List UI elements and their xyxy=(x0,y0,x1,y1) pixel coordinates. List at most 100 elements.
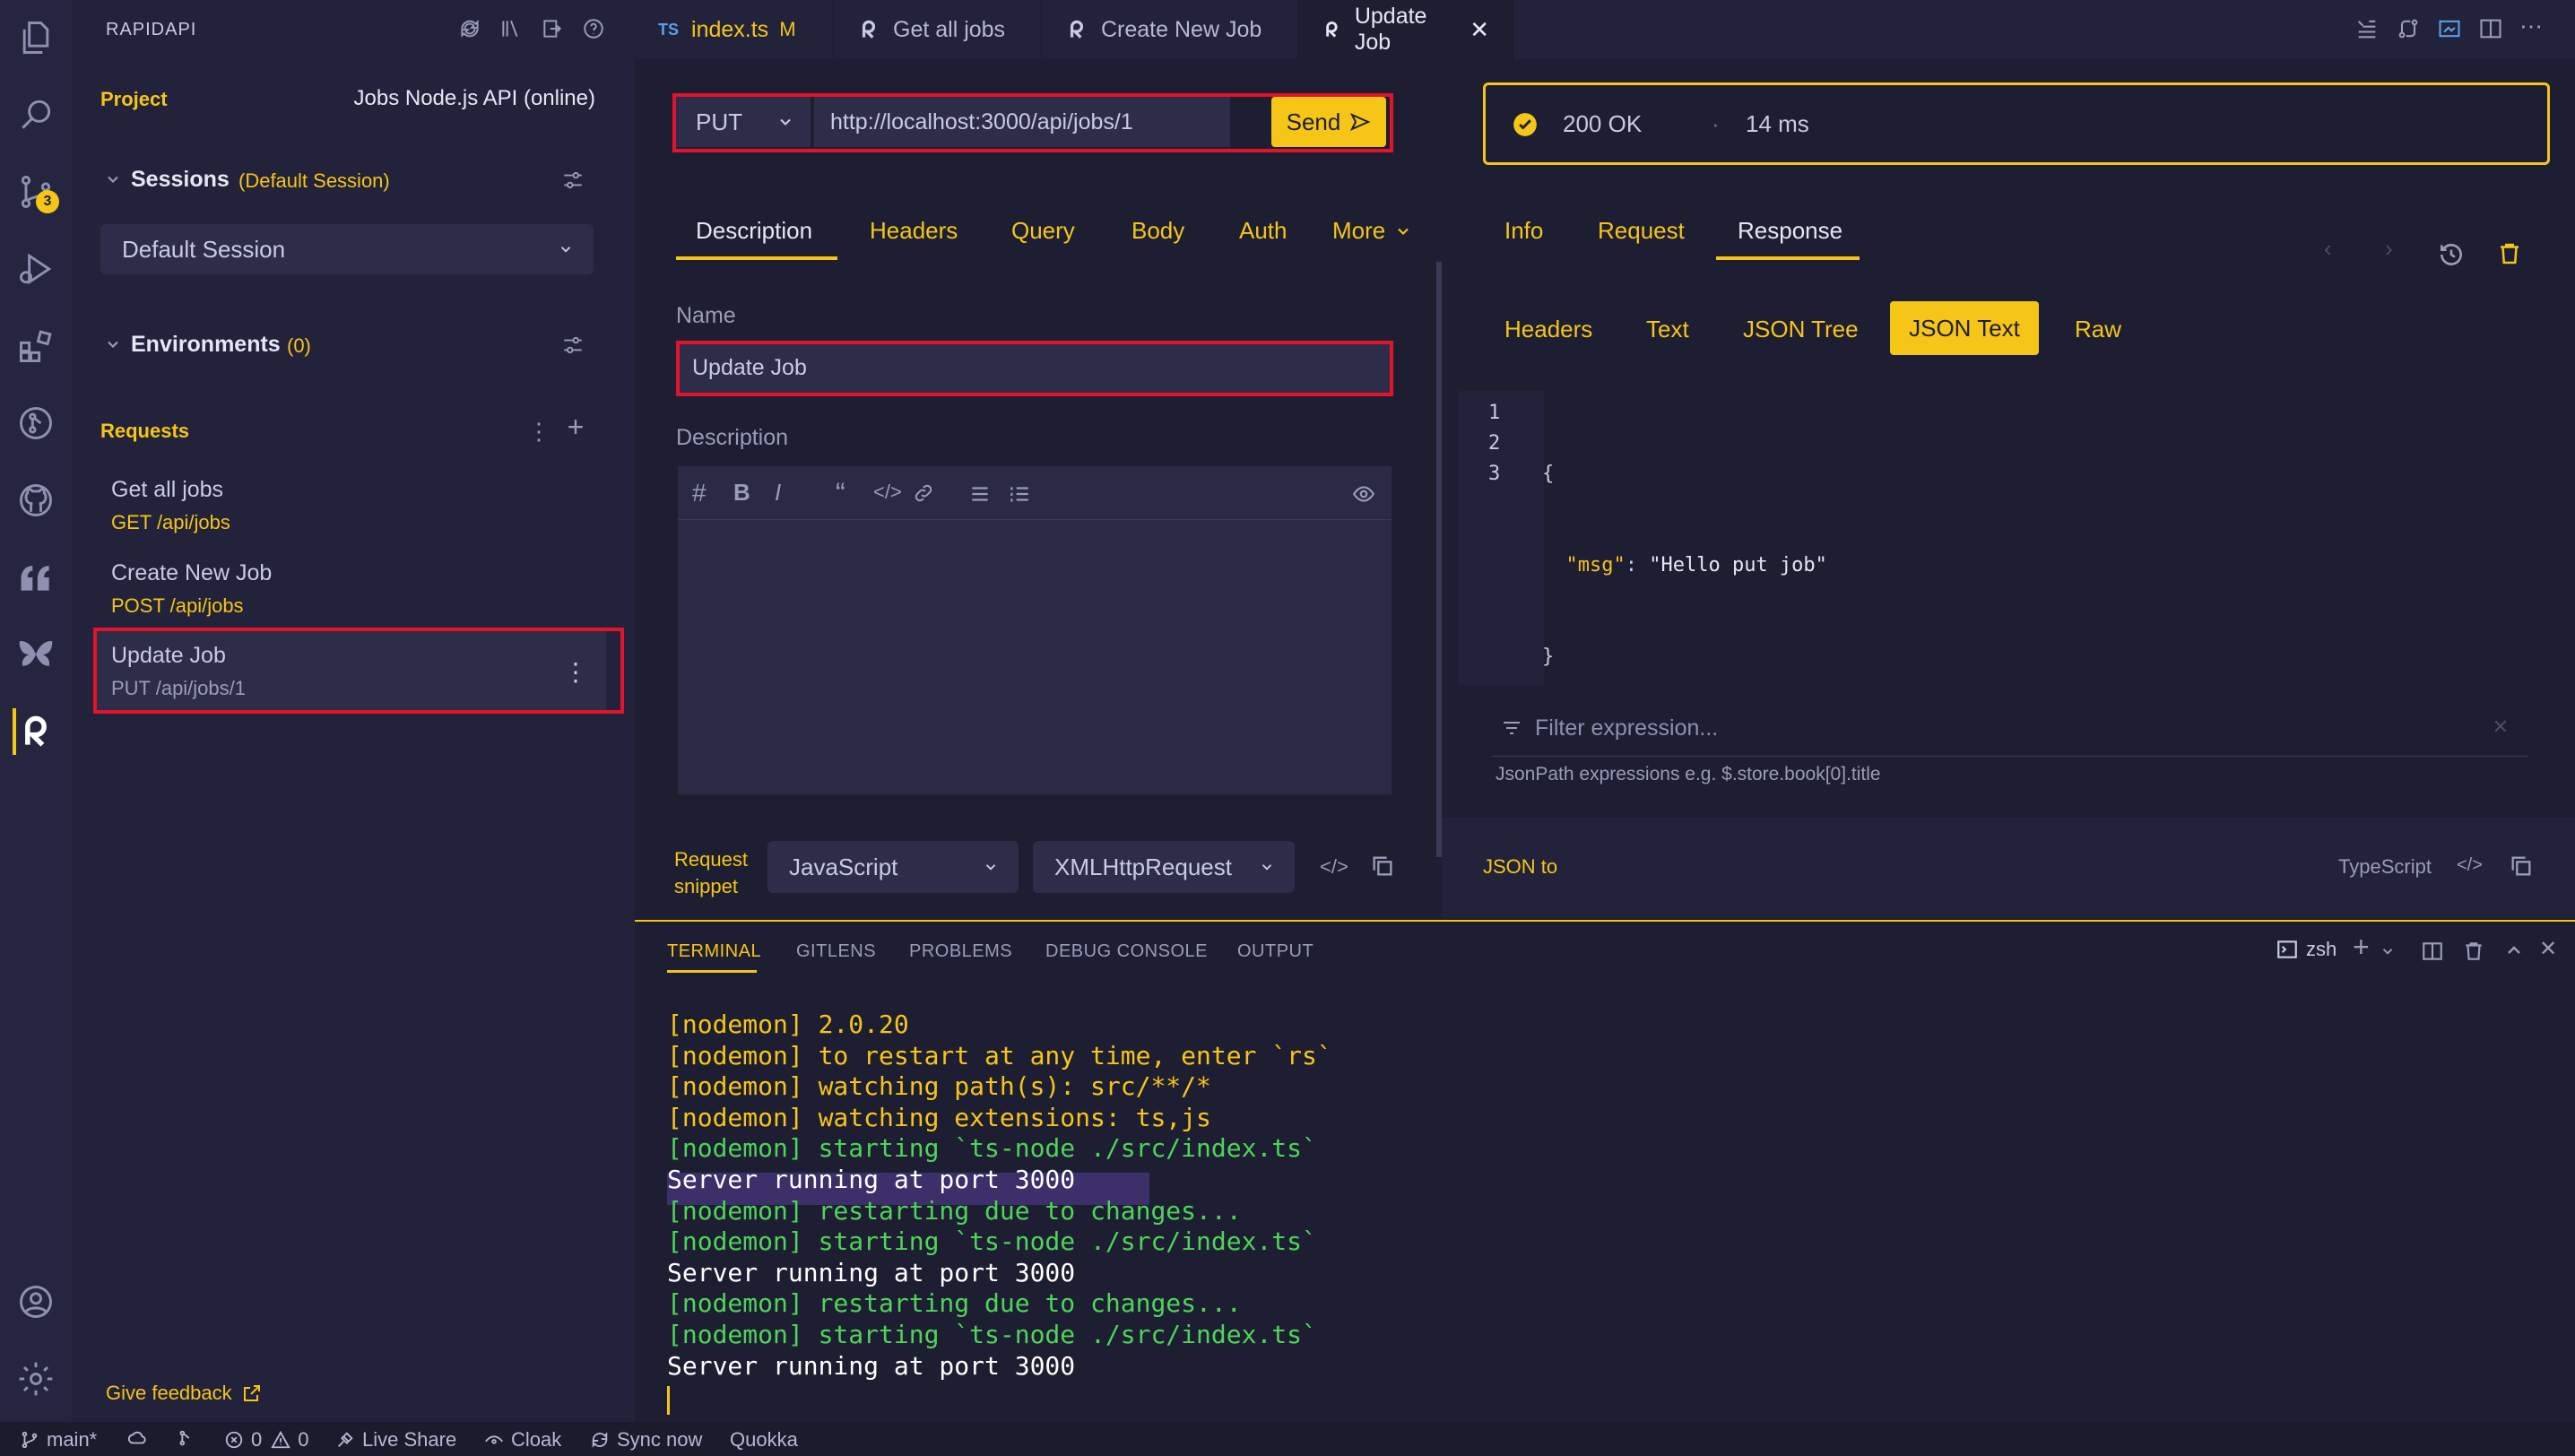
copy-icon[interactable] xyxy=(1370,854,1395,879)
heading-icon[interactable]: # xyxy=(692,479,707,507)
run-debug-icon[interactable] xyxy=(14,247,57,290)
quote-icon[interactable] xyxy=(14,556,57,599)
close-tab-icon[interactable]: ✕ xyxy=(1470,16,1489,44)
tab-index-ts[interactable]: TS index.ts M xyxy=(635,0,834,59)
settings-gear-icon[interactable] xyxy=(14,1357,57,1400)
git-compare-icon[interactable] xyxy=(2396,16,2421,41)
tab-output[interactable]: OUTPUT xyxy=(1237,941,1314,962)
account-icon[interactable] xyxy=(14,1280,57,1323)
live-share[interactable]: Live Share xyxy=(335,1428,456,1452)
preview-eye-icon[interactable] xyxy=(1352,482,1375,506)
problems-status[interactable]: 0 0 xyxy=(224,1428,309,1452)
tab-response[interactable]: Response xyxy=(1738,217,1842,245)
compare-icon[interactable] xyxy=(2354,16,2380,41)
json-content[interactable]: { "msg": "Hello put job" } xyxy=(1542,398,1827,733)
library-icon[interactable] xyxy=(497,14,525,43)
refresh-icon[interactable] xyxy=(455,14,484,43)
new-terminal-icon[interactable]: + xyxy=(2353,931,2370,964)
git-branch[interactable]: main* xyxy=(20,1428,97,1452)
close-panel-icon[interactable]: ✕ xyxy=(2539,936,2557,962)
tab-headers[interactable]: Headers xyxy=(870,217,958,245)
preview-icon[interactable] xyxy=(2437,16,2462,41)
chevron-down-icon[interactable] xyxy=(104,170,122,188)
view-tab-json-text[interactable]: JSON Text xyxy=(1890,301,2039,355)
session-select[interactable]: Default Session xyxy=(100,224,594,274)
chevron-down-icon[interactable] xyxy=(104,335,122,353)
export-icon[interactable] xyxy=(538,14,567,43)
request-item-get-all-jobs[interactable]: Get all jobs GET /api/jobs xyxy=(93,468,606,549)
help-icon[interactable] xyxy=(579,14,608,43)
link-icon[interactable] xyxy=(913,482,934,504)
tab-get-all-jobs[interactable]: Get all jobs xyxy=(834,0,1042,59)
environments-filter-icon[interactable] xyxy=(561,334,585,357)
tab-request[interactable]: Request xyxy=(1598,217,1685,245)
gitlens-icon[interactable] xyxy=(14,402,57,445)
sync-cloud-icon[interactable] xyxy=(127,1428,154,1448)
environments-label[interactable]: Environments xyxy=(131,332,281,358)
tab-update-job[interactable]: Update Job ✕ xyxy=(1298,0,1513,59)
quokka[interactable]: Quokka xyxy=(730,1428,798,1452)
history-icon[interactable] xyxy=(2437,240,2466,269)
view-tab-headers[interactable]: Headers xyxy=(1504,316,1592,343)
quote-icon[interactable]: “ xyxy=(836,477,845,510)
tab-body[interactable]: Body xyxy=(1131,217,1184,245)
rapidapi-icon[interactable] xyxy=(14,710,57,753)
chevron-down-icon[interactable] xyxy=(2380,943,2396,959)
requests-more-icon[interactable]: ⋮ xyxy=(527,418,551,445)
next-icon[interactable]: › xyxy=(2385,235,2393,263)
snippet-library-select[interactable]: XMLHttpRequest xyxy=(1033,841,1295,893)
search-icon[interactable] xyxy=(14,93,57,136)
view-tab-text[interactable]: Text xyxy=(1646,316,1689,343)
tab-create-new-job[interactable]: Create New Job xyxy=(1042,0,1298,59)
project-label: Project xyxy=(100,88,168,110)
sync-now[interactable]: Sync now xyxy=(590,1428,702,1452)
tab-terminal[interactable]: TERMINAL xyxy=(667,941,761,962)
bold-icon[interactable]: B xyxy=(733,479,750,507)
github-icon[interactable] xyxy=(14,479,57,522)
code-icon[interactable]: </> xyxy=(1320,855,1348,879)
bullet-list-icon[interactable] xyxy=(968,482,992,506)
description-editor[interactable] xyxy=(678,520,1392,794)
italic-icon[interactable]: I xyxy=(775,479,781,507)
previous-icon[interactable]: ‹ xyxy=(2324,235,2332,263)
explorer-icon[interactable] xyxy=(14,16,57,59)
give-feedback-link[interactable]: Give feedback xyxy=(106,1382,263,1405)
tab-gitlens[interactable]: GITLENS xyxy=(796,941,876,962)
split-editor-icon[interactable] xyxy=(2478,16,2503,41)
sessions-label[interactable]: Sessions xyxy=(131,167,230,193)
tab-label: Create New Job xyxy=(1101,16,1262,42)
maximize-panel-icon[interactable] xyxy=(2503,940,2525,961)
view-tab-json-tree[interactable]: JSON Tree xyxy=(1743,316,1859,343)
more-actions-icon[interactable]: ⋯ xyxy=(2519,13,2545,39)
copy-icon[interactable] xyxy=(2509,854,2534,879)
json-to-target[interactable]: TypeScript xyxy=(2338,855,2432,879)
snippet-language-select[interactable]: JavaScript xyxy=(767,841,1019,893)
filter-input[interactable]: Filter expression... ✕ xyxy=(1492,703,2528,757)
tab-info[interactable]: Info xyxy=(1504,217,1543,245)
tab-debug-console[interactable]: DEBUG CONSOLE xyxy=(1045,941,1208,962)
trash-icon[interactable] xyxy=(2496,240,2523,267)
tab-problems[interactable]: PROBLEMS xyxy=(909,941,1012,962)
split-terminal-icon[interactable] xyxy=(2421,940,2444,963)
code-icon[interactable]: </> xyxy=(873,481,902,504)
project-name[interactable]: Jobs Node.js API (online) xyxy=(354,86,595,111)
sessions-filter-icon[interactable] xyxy=(561,169,585,192)
kill-terminal-icon[interactable] xyxy=(2462,940,2485,963)
tab-description[interactable]: Description xyxy=(696,217,812,245)
tab-auth[interactable]: Auth xyxy=(1239,217,1288,245)
butterfly-icon[interactable] xyxy=(14,633,57,676)
tab-more[interactable]: More xyxy=(1332,217,1412,245)
code-icon[interactable]: </> xyxy=(2457,855,2483,876)
add-request-icon[interactable]: + xyxy=(563,412,588,441)
tab-query[interactable]: Query xyxy=(1011,217,1075,245)
cloak[interactable]: Cloak xyxy=(484,1428,561,1452)
view-tab-raw[interactable]: Raw xyxy=(2075,316,2121,343)
extensions-icon[interactable] xyxy=(14,325,57,368)
gitlens-status-icon[interactable] xyxy=(176,1428,203,1448)
numbered-list-icon[interactable] xyxy=(1008,482,1031,506)
active-tab-underline xyxy=(676,256,837,260)
source-control-icon[interactable]: 3 xyxy=(14,170,59,213)
request-item-create-new-job[interactable]: Create New Job POST /api/jobs xyxy=(93,551,606,632)
clear-filter-icon[interactable]: ✕ xyxy=(2493,715,2509,739)
terminal-shell-select[interactable]: zsh xyxy=(2276,938,2337,961)
